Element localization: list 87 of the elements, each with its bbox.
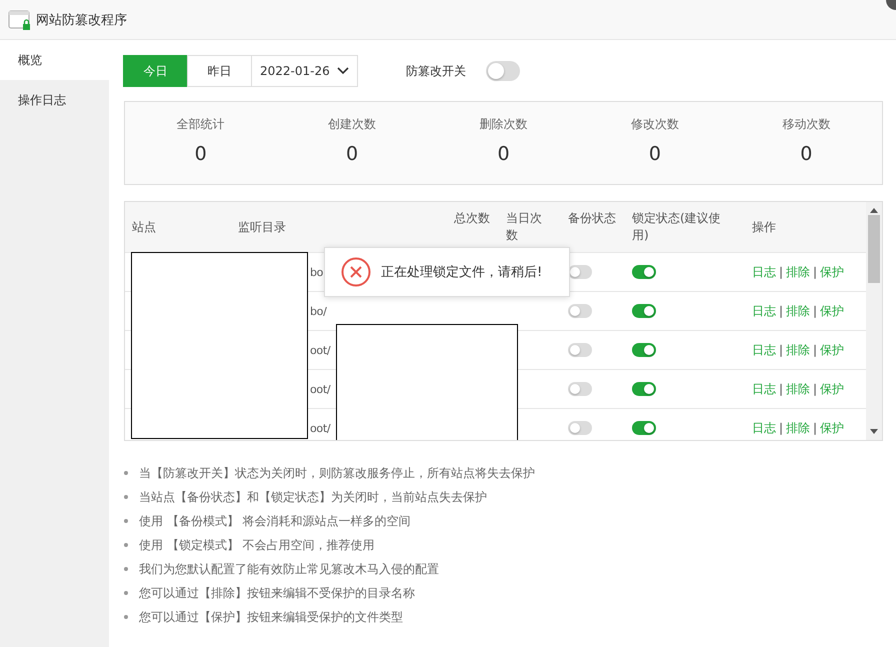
note-text: 我们为您默认配置了能有效防止常见篡改木马入侵的配置 (139, 561, 439, 577)
toggle-switch[interactable] (632, 343, 656, 357)
scroll-down-icon[interactable] (870, 429, 878, 435)
window-title: 网站防篡改程序 (36, 12, 127, 28)
toggle-switch[interactable] (632, 421, 656, 435)
action-link[interactable]: 保护 (820, 420, 844, 436)
action-link[interactable]: 排除 (786, 302, 810, 320)
column-header: 操作 (751, 218, 777, 236)
toggle-switch[interactable] (632, 304, 656, 318)
bullet-icon (124, 543, 128, 547)
toggle-switch[interactable] (486, 61, 520, 81)
date-select[interactable]: 2022-01-26 (251, 55, 358, 87)
bullet-icon (124, 495, 128, 499)
action-link[interactable]: 日志 (752, 380, 776, 398)
column-header: 锁定状态(建议使用) (631, 210, 722, 244)
stat-label: 创建次数 (328, 116, 376, 133)
separator: | (813, 421, 818, 435)
bullet-icon (124, 471, 128, 475)
table-cell: bo (310, 266, 324, 278)
error-icon (341, 257, 371, 287)
separator: | (813, 304, 818, 318)
stat-value: 0 (648, 143, 661, 165)
chevron-down-icon (337, 67, 349, 75)
stat-label: 修改次数 (630, 116, 679, 133)
separator: | (779, 304, 784, 318)
separator: | (779, 421, 784, 435)
stat-value: 0 (800, 143, 812, 165)
action-link[interactable]: 保护 (820, 302, 844, 320)
column-header: 备份状态 (567, 210, 617, 227)
action-link[interactable]: 排除 (786, 342, 810, 358)
note-text: 使用 【备份模式】 将会消耗和源站点一样多的空间 (139, 513, 411, 529)
separator: | (779, 265, 784, 279)
separator: | (779, 343, 784, 357)
separator: | (813, 382, 818, 396)
scrollbar-thumb[interactable] (868, 215, 880, 283)
toggle-switch[interactable] (568, 265, 592, 279)
bullet-icon (124, 615, 128, 619)
note-text: 当站点【备份状态】和【锁定状态】为关闭时，当前站点失去保护 (139, 489, 487, 505)
sidebar-item[interactable]: 概览 (0, 40, 109, 80)
browser-lock-icon (8, 8, 32, 32)
note-text: 您可以通过【保护】按钮来编辑受保护的文件类型 (139, 609, 403, 625)
action-link[interactable]: 排除 (786, 264, 810, 280)
stat-label: 移动次数 (782, 116, 830, 133)
action-link[interactable]: 日志 (752, 420, 776, 436)
action-link[interactable]: 保护 (820, 342, 844, 358)
stat-value: 0 (194, 143, 207, 165)
toggle-switch[interactable] (568, 343, 592, 357)
table-cell: oot/ (310, 422, 330, 434)
toggle-switch[interactable] (632, 265, 656, 279)
toggle-switch[interactable] (568, 421, 592, 435)
note-text: 当【防篡改开关】状态为关闭时，则防篡改服务停止，所有站点将失去保护 (139, 465, 535, 481)
toast-message: 正在处理锁定文件，请稍后! (381, 264, 542, 281)
action-link[interactable]: 排除 (786, 420, 810, 436)
stat-value: 0 (346, 143, 358, 165)
toggle-switch[interactable] (568, 382, 592, 396)
separator: | (813, 265, 818, 279)
sidebar-item[interactable]: 操作日志 (0, 80, 109, 120)
bullet-icon (124, 591, 128, 595)
action-link[interactable]: 排除 (786, 380, 810, 398)
day-tab[interactable]: 昨日 (187, 55, 252, 87)
toggle-switch[interactable] (632, 382, 656, 396)
note-text: 使用 【锁定模式】 不会占用空间，推荐使用 (139, 537, 375, 553)
column-header: 监听目录 (237, 218, 287, 236)
action-link[interactable]: 日志 (752, 264, 776, 280)
scroll-up-icon[interactable] (870, 207, 878, 213)
action-link[interactable]: 日志 (752, 342, 776, 358)
action-link[interactable]: 保护 (820, 380, 844, 398)
action-link[interactable]: 日志 (752, 302, 776, 320)
bullet-icon (124, 519, 128, 523)
bullet-icon (124, 567, 128, 571)
table-cell: bo/ (310, 304, 327, 318)
stat-value: 0 (497, 143, 510, 165)
table-cell: oot/ (310, 344, 330, 356)
action-link[interactable]: 保护 (820, 264, 844, 280)
note-text: 您可以通过【排除】按钮来编辑不受保护的目录名称 (139, 585, 415, 601)
switch-label: 防篡改开关 (406, 62, 466, 80)
day-tab[interactable]: 今日 (123, 55, 188, 87)
separator: | (813, 343, 818, 357)
separator: | (779, 382, 784, 396)
table-cell: oot/ (310, 382, 330, 396)
stat-label: 全部统计 (176, 116, 225, 133)
column-header: 当日次数 (505, 210, 543, 244)
stat-label: 删除次数 (479, 116, 528, 133)
column-header: 总次数 (453, 210, 491, 227)
column-header: 站点 (131, 218, 157, 236)
toggle-switch[interactable] (568, 304, 592, 318)
scrollbar[interactable] (866, 202, 882, 440)
